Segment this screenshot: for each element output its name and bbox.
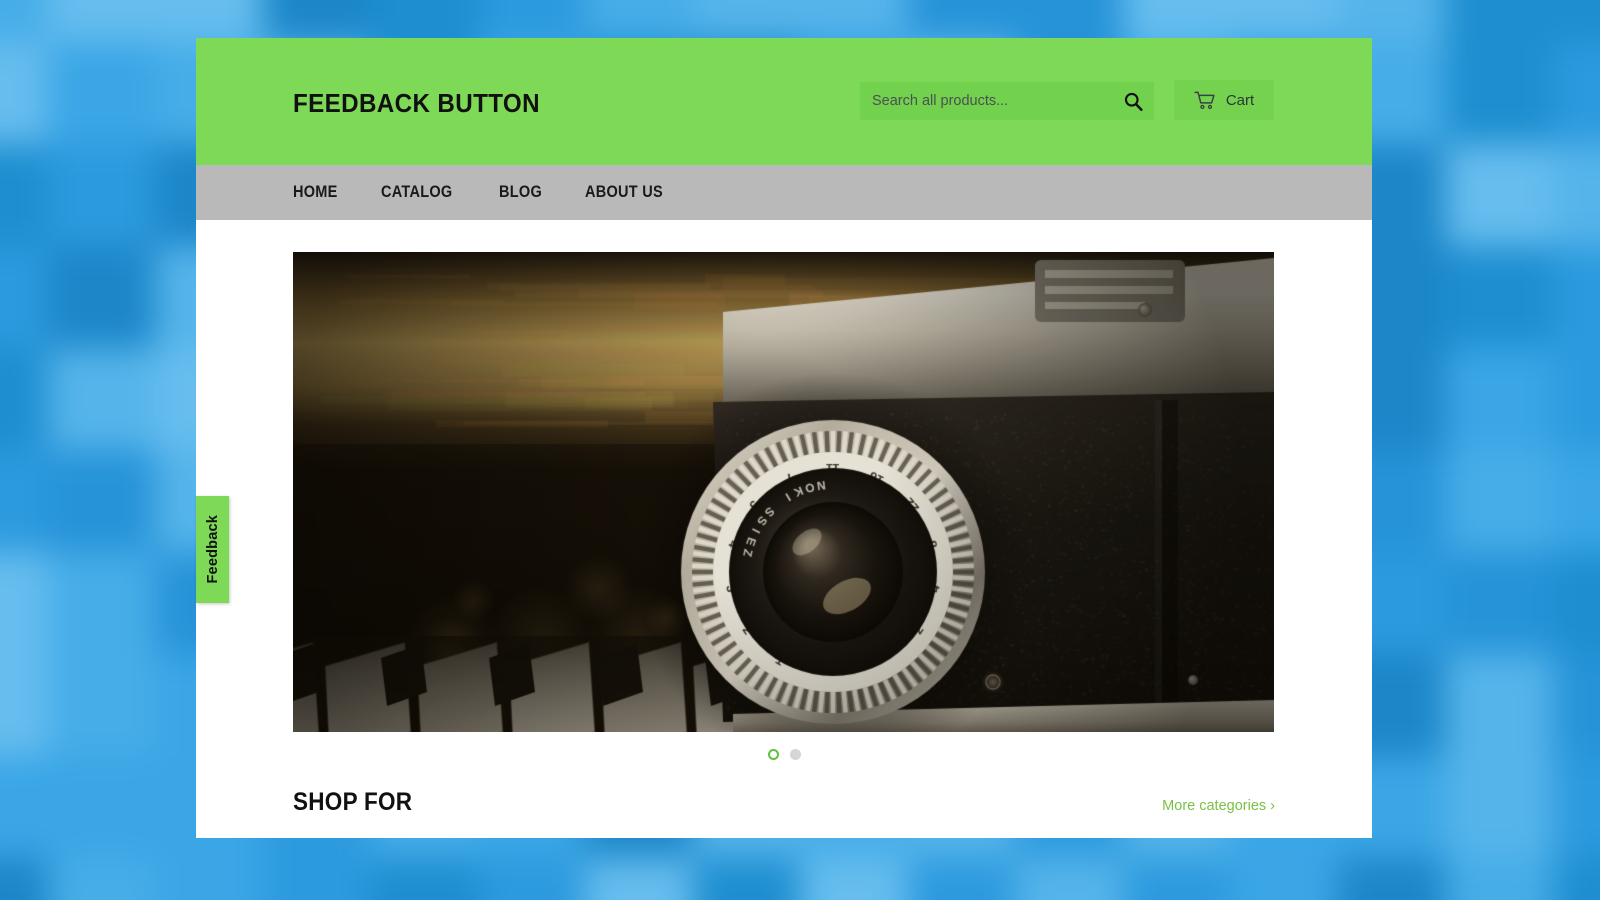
- search-form[interactable]: [860, 82, 1154, 120]
- nav-item-catalog[interactable]: CATALOG: [381, 183, 452, 202]
- nav-item-home[interactable]: HOME: [293, 183, 338, 202]
- slider-dot-2[interactable]: [790, 749, 801, 760]
- search-input[interactable]: [860, 82, 1112, 120]
- feedback-tab-button[interactable]: Feedback: [196, 496, 229, 603]
- slider-dots: [293, 745, 1275, 763]
- hero-slide[interactable]: [293, 252, 1274, 732]
- hero-slideshow: [196, 220, 1372, 763]
- site-header: FEEDBACK BUTTON Cart: [196, 38, 1372, 165]
- search-submit-button[interactable]: [1112, 82, 1154, 120]
- shop-for-section: SHOP FOR More categories › You don't hav…: [196, 763, 1372, 838]
- search-icon: [1123, 91, 1144, 112]
- nav-item-blog[interactable]: BLOG: [499, 183, 542, 202]
- slider-dot-1[interactable]: [768, 749, 779, 760]
- more-categories-link[interactable]: More categories ›: [1162, 798, 1275, 814]
- site-panel: FEEDBACK BUTTON Cart HOME CATALOG BLOG A…: [196, 38, 1372, 838]
- feedback-tab-label: Feedback: [205, 515, 221, 584]
- main-navigation: HOME CATALOG BLOG ABOUT US: [196, 165, 1372, 220]
- shop-for-header: SHOP FOR More categories ›: [293, 788, 1275, 817]
- cart-label: Cart: [1226, 92, 1254, 109]
- cart-button[interactable]: Cart: [1174, 80, 1274, 120]
- nav-item-about-us[interactable]: ABOUT US: [585, 183, 663, 202]
- shop-for-title: SHOP FOR: [293, 788, 412, 817]
- hero-image: [293, 252, 1274, 732]
- store-title: FEEDBACK BUTTON: [293, 88, 540, 119]
- shopping-cart-icon: [1194, 91, 1217, 110]
